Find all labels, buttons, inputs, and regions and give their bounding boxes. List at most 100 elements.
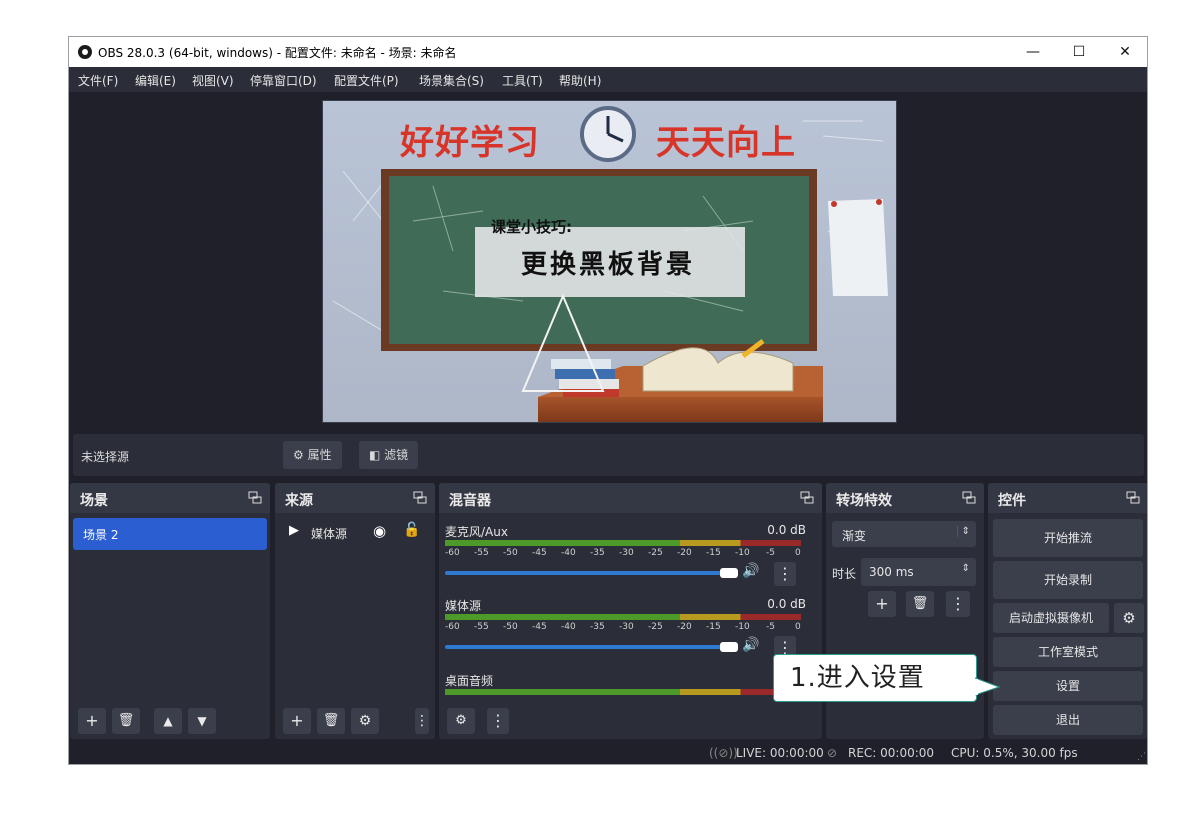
scene-item[interactable]: 场景 2 — [73, 518, 267, 550]
scale-tick: -20 — [677, 622, 692, 632]
menu-view[interactable]: 视图(V) — [192, 72, 234, 89]
add-source-button[interactable]: + — [283, 708, 311, 734]
duration-value: 300 ms — [869, 565, 914, 579]
more-vertical-icon: ⋮ — [415, 713, 429, 729]
undock-icon[interactable] — [1126, 491, 1140, 505]
transition-menu-button[interactable]: ⋮ — [946, 591, 970, 617]
undock-icon[interactable] — [248, 491, 262, 505]
mixer-channel-db: 0.0 dB — [767, 597, 806, 611]
remove-transition-button[interactable]: 🗑 — [906, 591, 934, 617]
mixer-title: 混音器 — [449, 493, 491, 509]
move-up-button[interactable]: ▲ — [154, 708, 182, 734]
scale-tick: 0 — [795, 622, 801, 632]
source-properties-button[interactable]: ⚙ — [351, 708, 379, 734]
eye-icon[interactable]: ◉ — [373, 522, 386, 540]
menu-edit[interactable]: 编辑(E) — [135, 72, 176, 89]
gear-icon: ⚙ — [358, 713, 372, 729]
scale-tick: -55 — [474, 548, 489, 558]
mixer-channel-name: 媒体源 — [445, 599, 482, 613]
exit-button[interactable]: 退出 — [993, 705, 1143, 735]
lock-icon[interactable]: 🔓 — [403, 522, 420, 538]
start-recording-button[interactable]: 开始录制 — [993, 561, 1143, 599]
banner-right-text: 天天向上 — [656, 123, 796, 163]
cpu-fps: CPU: 0.5%, 30.00 fps — [951, 746, 1078, 760]
callout-box: 1.进入设置 — [773, 654, 977, 702]
scale-tick: -45 — [532, 622, 547, 632]
filters-button[interactable]: ◧ 滤镜 — [359, 441, 419, 469]
scenes-title: 场景 — [80, 493, 108, 509]
settings-button[interactable]: 设置 — [993, 671, 1143, 701]
source-toolbar: 未选择源 ⚙ 属性 ◧ 滤镜 — [73, 434, 1144, 476]
scale-tick: -45 — [532, 548, 547, 558]
speaker-icon[interactable]: 🔊 — [742, 637, 759, 653]
close-button[interactable]: ✕ — [1102, 37, 1147, 67]
menu-tools[interactable]: 工具(T) — [502, 72, 543, 89]
menu-help[interactable]: 帮助(H) — [559, 72, 601, 89]
properties-button[interactable]: ⚙ 属性 — [283, 441, 342, 469]
volume-slider[interactable] — [445, 645, 733, 649]
minimize-button[interactable]: — — [1010, 37, 1056, 67]
filters-label: 滤镜 — [384, 448, 409, 462]
transition-selected-label: 渐变 — [842, 529, 867, 543]
undock-icon[interactable] — [800, 491, 814, 505]
chevron-up-icon: ▲ — [163, 714, 173, 728]
maximize-button[interactable]: ☐ — [1056, 37, 1102, 67]
record-off-icon: ⊘ — [827, 746, 838, 760]
studio-mode-button[interactable]: 工作室模式 — [993, 637, 1143, 667]
plus-icon: + — [85, 711, 99, 730]
chevron-down-icon: ▼ — [197, 714, 207, 728]
scale-tick: -15 — [706, 622, 721, 632]
channel-menu-button[interactable]: ⋮ — [774, 562, 796, 586]
mixer-channel-name: 麦克风/Aux — [445, 525, 508, 539]
sources-title: 来源 — [285, 493, 313, 509]
start-streaming-button[interactable]: 开始推流 — [993, 519, 1143, 557]
status-bar: ((⊘)) LIVE: 00:00:00 ⊘ REC: 00:00:00 CPU… — [69, 742, 1147, 764]
mixer-channel-db: 0.0 dB — [767, 523, 806, 537]
undock-icon[interactable] — [962, 491, 976, 505]
advanced-audio-button[interactable]: ⚙ — [447, 708, 475, 734]
duration-label: 时长 — [832, 567, 857, 581]
filter-icon: ◧ — [369, 448, 381, 462]
play-icon: ▶ — [289, 523, 299, 538]
duration-spinbox[interactable]: 300 ms ⇕ — [861, 558, 976, 586]
volume-slider-handle[interactable] — [720, 642, 738, 652]
controls-header: 控件 — [988, 483, 1147, 513]
source-more-button[interactable]: ⋮ — [415, 708, 429, 734]
window-title: OBS 28.0.3 (64-bit, windows) - 配置文件: 未命名… — [98, 46, 457, 60]
live-broadcast-icon: ((⊘)) — [709, 746, 738, 760]
preview-canvas[interactable]: 好好学习 天天向上 课堂小技巧: 更换黑板背景 — [322, 100, 897, 423]
move-down-button[interactable]: ▼ — [188, 708, 216, 734]
speaker-icon[interactable]: 🔊 — [742, 563, 759, 579]
start-virtual-camera-button[interactable]: 启动虚拟摄像机 — [993, 603, 1109, 633]
mixer-dock: 混音器 麦克风/Aux 0.0 dB -60 -55 -50 -45 -40 -… — [439, 483, 822, 739]
menu-docks[interactable]: 停靠窗口(D) — [250, 72, 317, 89]
gear-icon: ⚙ — [1122, 609, 1136, 627]
more-vertical-icon: ⋮ — [490, 711, 506, 730]
more-vertical-icon: ⋮ — [950, 594, 966, 613]
add-scene-button[interactable]: + — [78, 708, 106, 734]
volume-slider-handle[interactable] — [720, 568, 738, 578]
preview-area: 好好学习 天天向上 课堂小技巧: 更换黑板背景 — [69, 92, 1147, 432]
scale-tick: -10 — [735, 548, 750, 558]
source-item[interactable]: ▶ 媒体源 ◉ 🔓 — [275, 521, 435, 545]
virtual-camera-settings-button[interactable]: ⚙ — [1114, 603, 1144, 633]
meter-scale: -60 -55 -50 -45 -40 -35 -30 -25 -20 -15 … — [445, 622, 805, 632]
menu-scene-collection[interactable]: 场景集合(S) — [419, 72, 484, 89]
menu-profile[interactable]: 配置文件(P) — [334, 72, 399, 89]
gear-icon: ⚙ — [293, 448, 304, 462]
remove-source-button[interactable]: 🗑 — [317, 708, 345, 734]
callout-arrow-icon — [975, 677, 1001, 696]
obs-logo-icon — [78, 45, 92, 59]
menu-file[interactable]: 文件(F) — [78, 72, 118, 89]
plus-icon: + — [875, 594, 889, 613]
volume-slider[interactable] — [445, 571, 733, 575]
volume-meter — [445, 689, 801, 695]
scale-tick: -15 — [706, 548, 721, 558]
add-transition-button[interactable]: + — [868, 591, 896, 617]
undock-icon[interactable] — [413, 491, 427, 505]
transition-select[interactable]: 渐变 ⇕ — [832, 521, 976, 547]
mixer-menu-button[interactable]: ⋮ — [487, 708, 509, 734]
remove-scene-button[interactable]: 🗑 — [112, 708, 140, 734]
scene-item-label: 场景 2 — [83, 528, 119, 542]
resize-grip-icon[interactable]: ⋰ — [1137, 752, 1146, 762]
